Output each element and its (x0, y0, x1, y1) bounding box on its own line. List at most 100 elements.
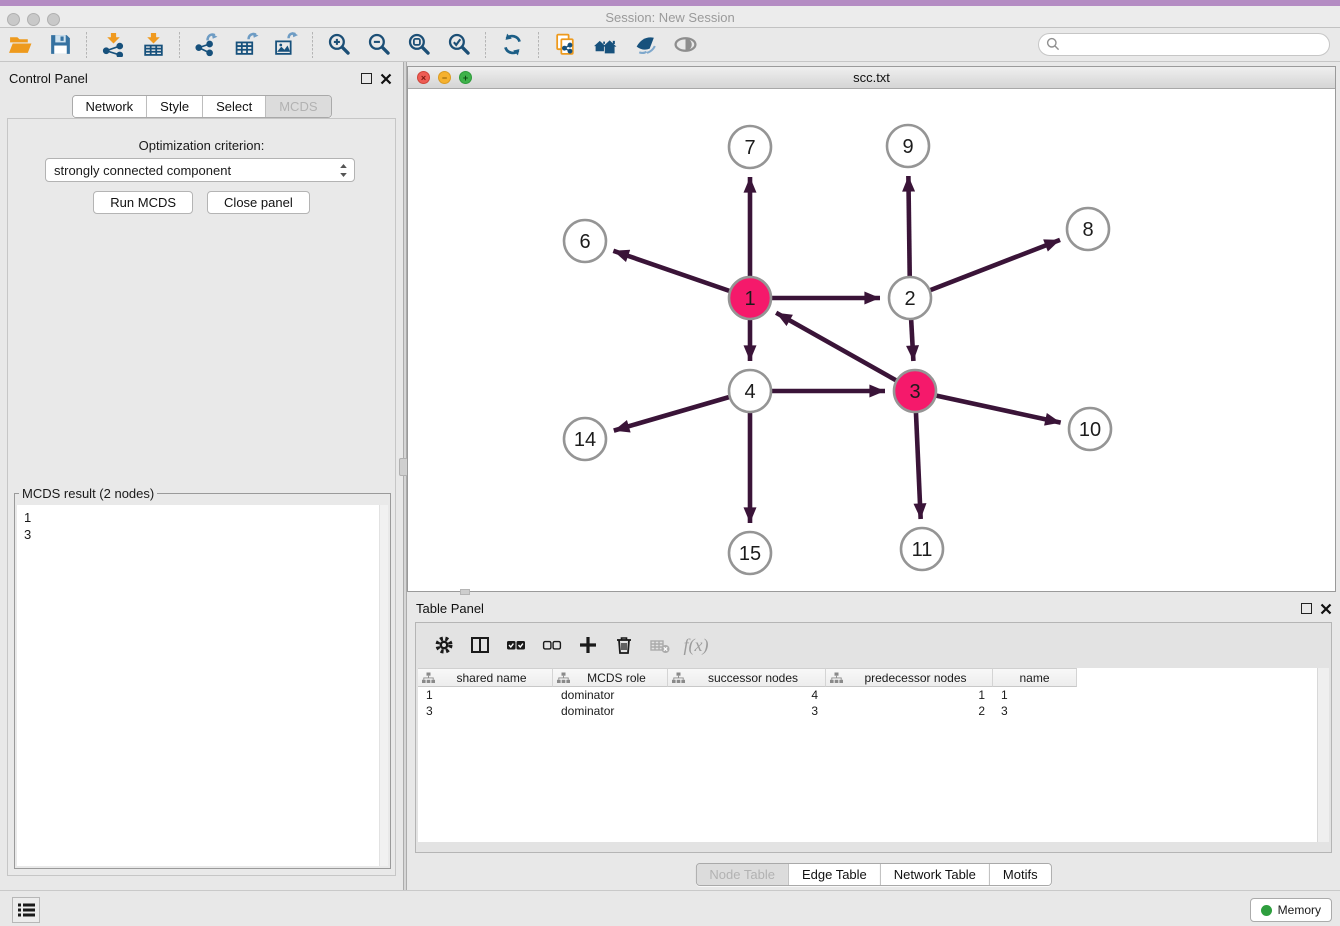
graph-node-3[interactable]: 3 (894, 370, 936, 412)
graph-node-2[interactable]: 2 (889, 277, 931, 319)
column-header-name[interactable]: name (993, 668, 1077, 687)
tab-motifs[interactable]: Motifs (989, 864, 1051, 885)
close-table-panel-icon[interactable] (1320, 603, 1332, 615)
zoom-fit-button[interactable] (404, 31, 434, 59)
table-panel-title: Table Panel (416, 601, 484, 616)
select-stepper-icon (339, 162, 348, 179)
edge-2-8[interactable] (910, 240, 1060, 298)
close-panel-button[interactable]: Close panel (207, 191, 310, 214)
close-panel-icon[interactable] (380, 73, 392, 85)
memory-button[interactable]: Memory (1250, 898, 1332, 922)
float-table-panel-icon[interactable] (1301, 603, 1312, 614)
optimization-criterion-label: Optimization criterion: (8, 138, 395, 153)
hierarchy-icon (830, 672, 843, 684)
table-cell[interactable]: 4 (668, 687, 826, 703)
column-header-shared-name[interactable]: shared name (418, 668, 553, 687)
open-session-button[interactable] (5, 31, 35, 59)
tab-edge-table[interactable]: Edge Table (788, 864, 880, 885)
delete-table-button[interactable] (642, 628, 678, 662)
graph-node-11[interactable]: 11 (901, 528, 943, 570)
tab-mcds[interactable]: MCDS (265, 96, 330, 117)
node-table[interactable]: shared nameMCDS rolesuccessor nodesprede… (418, 668, 1317, 842)
tab-select[interactable]: Select (202, 96, 265, 117)
import-network-button[interactable] (98, 31, 128, 59)
home-icon (593, 32, 618, 57)
table-cell[interactable]: 1 (993, 687, 1077, 703)
mcds-result-box[interactable]: 1 3 (17, 505, 388, 866)
graph-node-14[interactable]: 14 (564, 418, 606, 460)
table-cell[interactable]: dominator (553, 687, 668, 703)
deselect-all-icon (541, 634, 563, 656)
table-row[interactable]: 3dominator323 (418, 703, 1317, 719)
table-cell[interactable]: 2 (826, 703, 993, 719)
table-scrollbar[interactable] (1317, 668, 1329, 842)
network-window-title: scc.txt (408, 70, 1335, 85)
hierarchy-icon (557, 672, 570, 684)
tab-style[interactable]: Style (146, 96, 202, 117)
table-cell[interactable]: dominator (553, 703, 668, 719)
column-header-predecessor-nodes[interactable]: predecessor nodes (826, 668, 993, 687)
run-mcds-button[interactable]: Run MCDS (93, 191, 193, 214)
import-table-icon (141, 32, 166, 57)
table-cell[interactable]: 1 (418, 687, 553, 703)
task-history-button[interactable] (12, 897, 40, 923)
toolbar-separator (538, 32, 539, 58)
deselect-all-button[interactable] (534, 628, 570, 662)
graph-node-10[interactable]: 10 (1069, 408, 1111, 450)
float-panel-icon[interactable] (361, 73, 372, 84)
clone-network-button[interactable] (550, 31, 580, 59)
hide-graphics-details-button[interactable] (630, 31, 660, 59)
table-row[interactable]: 1dominator411 (418, 687, 1317, 703)
save-session-button[interactable] (45, 31, 75, 59)
tab-node-table[interactable]: Node Table (696, 864, 788, 885)
function-builder-button[interactable]: f(x) (678, 628, 714, 662)
table-cell[interactable]: 3 (418, 703, 553, 719)
delete-button[interactable] (606, 628, 642, 662)
split-columns-button[interactable] (462, 628, 498, 662)
network-window-titlebar[interactable]: × − + scc.txt (408, 67, 1335, 89)
export-network-button[interactable] (191, 31, 221, 59)
table-cell[interactable]: 3 (993, 703, 1077, 719)
search-input[interactable] (1038, 33, 1330, 56)
select-all-button[interactable] (498, 628, 534, 662)
main-toolbar (0, 28, 1340, 62)
show-hide-eye-button[interactable] (670, 31, 700, 59)
column-header-MCDS-role[interactable]: MCDS role (553, 668, 668, 687)
edge-3-1[interactable] (776, 313, 915, 391)
home-button[interactable] (590, 31, 620, 59)
tab-network[interactable]: Network (72, 96, 146, 117)
graph-node-8[interactable]: 8 (1067, 208, 1109, 250)
result-scrollbar[interactable] (379, 505, 388, 866)
hide-graphics-details-icon (633, 32, 658, 57)
graph-node-7[interactable]: 7 (729, 126, 771, 168)
zoom-out-button[interactable] (364, 31, 394, 59)
graph-node-15[interactable]: 15 (729, 532, 771, 574)
criterion-select[interactable]: strongly connected component (45, 158, 355, 182)
save-floppy-icon (48, 32, 73, 57)
graph-node-9[interactable]: 9 (887, 125, 929, 167)
zoom-selected-button[interactable] (444, 31, 474, 59)
main-area: Control Panel NetworkStyleSelectMCDS Opt… (0, 62, 1340, 890)
column-header-successor-nodes[interactable]: successor nodes (668, 668, 826, 687)
svg-text:10: 10 (1079, 419, 1101, 441)
table-cell[interactable]: 1 (826, 687, 993, 703)
import-table-button[interactable] (138, 31, 168, 59)
add-column-button[interactable] (570, 628, 606, 662)
table-toolbar: f(x) (416, 623, 1331, 667)
export-image-button[interactable] (271, 31, 301, 59)
hierarchy-icon (672, 672, 685, 684)
network-canvas[interactable]: 1 2 3 4 6 7 8 9 10 11 14 15 (408, 89, 1335, 591)
export-table-button[interactable] (231, 31, 261, 59)
status-bar: Memory (0, 890, 1340, 926)
apply-layout-button[interactable] (497, 31, 527, 59)
graph-node-1[interactable]: 1 (729, 277, 771, 319)
edge-3-10[interactable] (915, 391, 1061, 423)
graph-node-4[interactable]: 4 (729, 370, 771, 412)
zoom-in-icon (327, 32, 352, 57)
zoom-in-button[interactable] (324, 31, 354, 59)
table-cell[interactable]: 3 (668, 703, 826, 719)
table-settings-button[interactable] (426, 628, 462, 662)
app-titlebar: Session: New Session (0, 6, 1340, 28)
tab-network-table[interactable]: Network Table (880, 864, 989, 885)
graph-node-6[interactable]: 6 (564, 220, 606, 262)
